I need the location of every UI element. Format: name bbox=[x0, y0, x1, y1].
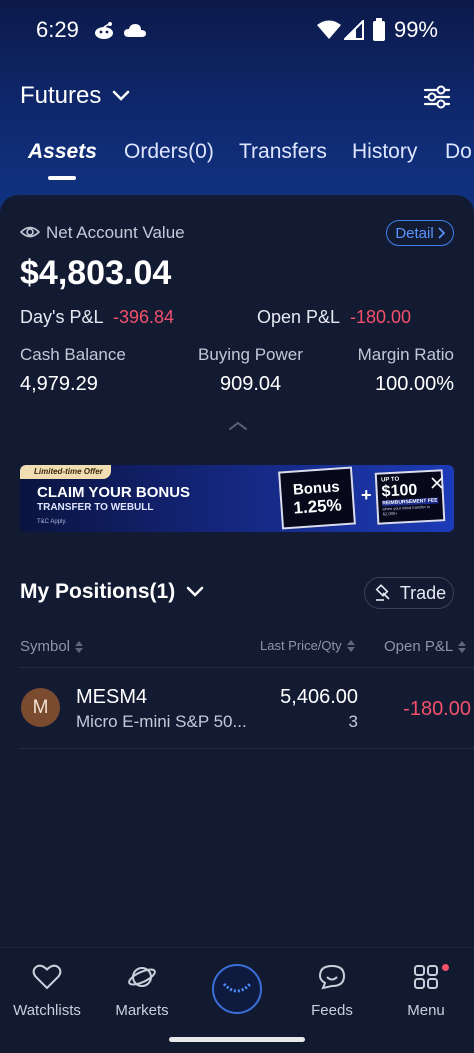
close-icon[interactable] bbox=[431, 477, 443, 489]
bonus-rate-box: Bonus 1.25% bbox=[278, 466, 356, 530]
position-last-price: 5,406.00 bbox=[280, 686, 358, 708]
days-pl-value: -396.84 bbox=[113, 307, 175, 327]
tab-bar: Assets Orders(0) Transfers History Do bbox=[0, 140, 474, 180]
signal-icon bbox=[344, 20, 364, 40]
status-bar: 6:29 99% bbox=[0, 0, 474, 60]
account-type-selector[interactable]: Futures bbox=[20, 82, 131, 110]
chevron-right-icon bbox=[438, 227, 445, 239]
tab-documents[interactable]: Do bbox=[445, 140, 472, 164]
buying-power-label: Buying Power bbox=[198, 345, 303, 364]
divider bbox=[20, 748, 474, 749]
position-qty: 3 bbox=[348, 712, 358, 731]
avatar: M bbox=[21, 688, 60, 727]
position-description: Micro E-mini S&P 50... bbox=[76, 712, 247, 731]
open-pl-column-header[interactable]: Open P&L bbox=[384, 638, 467, 655]
planet-icon bbox=[128, 967, 156, 987]
divider bbox=[20, 667, 474, 668]
symbol-column-header[interactable]: Symbol bbox=[20, 638, 84, 655]
net-account-value-label: Net Account Value bbox=[46, 223, 185, 242]
promo-title: CLAIM YOUR BONUS bbox=[37, 484, 191, 501]
sort-icon bbox=[346, 639, 355, 652]
plus-sign: + bbox=[361, 485, 372, 505]
battery-icon bbox=[373, 18, 385, 41]
nav-menu[interactable]: Menu bbox=[381, 963, 471, 1019]
last-price-header-label: Last Price/Qty bbox=[260, 638, 342, 653]
reddit-icon bbox=[95, 22, 113, 39]
tab-orders[interactable]: Orders(0) bbox=[124, 140, 214, 164]
tab-history[interactable]: History bbox=[352, 140, 417, 164]
bonus-rate: 1.25% bbox=[292, 494, 343, 518]
trade-label: Trade bbox=[399, 582, 447, 603]
eye-icon[interactable] bbox=[20, 224, 40, 240]
net-account-value: $4,803.04 bbox=[20, 254, 172, 292]
open-pl-label: Open P&L bbox=[257, 307, 341, 327]
detail-button[interactable]: Detail bbox=[386, 220, 454, 246]
page-title: Futures bbox=[20, 82, 102, 109]
detail-label: Detail bbox=[395, 224, 434, 242]
status-time: 6:29 bbox=[36, 17, 79, 42]
chevron-up-icon[interactable] bbox=[228, 420, 248, 432]
chevron-down-icon bbox=[186, 586, 204, 597]
positions-selector[interactable]: My Positions(1) bbox=[20, 580, 205, 604]
settings-sliders-icon[interactable] bbox=[422, 82, 452, 112]
sort-icon bbox=[75, 640, 84, 653]
bottom-nav: Watchlists Markets Feeds Menu bbox=[0, 947, 474, 1053]
nav-feeds[interactable]: Feeds bbox=[287, 963, 377, 1019]
symbol-header-label: Symbol bbox=[20, 638, 71, 655]
nav-markets-label: Markets bbox=[115, 1002, 169, 1019]
wifi-icon bbox=[317, 20, 341, 39]
nav-menu-label: Menu bbox=[407, 1002, 445, 1019]
grid-icon bbox=[414, 965, 438, 989]
active-tab-indicator bbox=[48, 176, 76, 180]
heart-icon bbox=[32, 964, 62, 990]
margin-ratio-label: Margin Ratio bbox=[357, 345, 454, 364]
promo-banner[interactable]: Limited-time Offer CLAIM YOUR BONUS TRAN… bbox=[20, 465, 454, 532]
days-pl-label: Day's P&L bbox=[20, 307, 104, 327]
cloud-icon bbox=[124, 24, 146, 37]
nav-watchlists[interactable]: Watchlists bbox=[2, 963, 92, 1019]
notification-dot bbox=[442, 964, 449, 971]
cash-balance-label: Cash Balance bbox=[20, 345, 126, 364]
cash-balance-value: 4,979.29 bbox=[20, 373, 98, 395]
nav-feeds-label: Feeds bbox=[311, 1002, 353, 1019]
gavel-icon bbox=[375, 584, 390, 601]
promo-terms: T&C Apply. bbox=[37, 519, 67, 525]
promo-tag: Limited-time Offer bbox=[20, 465, 111, 479]
margin-ratio-value: 100.00% bbox=[375, 373, 454, 395]
last-price-column-header[interactable]: Last Price/Qty bbox=[260, 638, 356, 653]
home-button[interactable] bbox=[212, 964, 262, 1014]
battery-level: 99% bbox=[393, 17, 438, 42]
position-symbol: MESM4 bbox=[76, 686, 148, 708]
home-indicator[interactable] bbox=[169, 1037, 305, 1042]
reimb-note: when your initial transfer is $2,000+ bbox=[382, 503, 431, 517]
position-open-pl: -180.00 bbox=[403, 698, 471, 720]
trade-button[interactable]: Trade bbox=[364, 577, 454, 609]
open-pl-header-label: Open P&L bbox=[384, 638, 454, 655]
chat-smile-icon bbox=[318, 964, 346, 990]
tab-transfers[interactable]: Transfers bbox=[239, 140, 327, 164]
positions-title: My Positions(1) bbox=[20, 580, 176, 603]
chevron-down-icon bbox=[113, 90, 130, 101]
buying-power-value: 909.04 bbox=[220, 373, 282, 395]
open-pl-value: -180.00 bbox=[350, 307, 412, 327]
tab-assets[interactable]: Assets bbox=[28, 140, 97, 164]
nav-markets[interactable]: Markets bbox=[97, 963, 187, 1019]
home-smile-icon bbox=[222, 982, 252, 993]
nav-watchlists-label: Watchlists bbox=[13, 1002, 81, 1019]
promo-subtitle: TRANSFER TO WEBULL bbox=[37, 502, 154, 513]
sort-icon bbox=[458, 640, 467, 653]
